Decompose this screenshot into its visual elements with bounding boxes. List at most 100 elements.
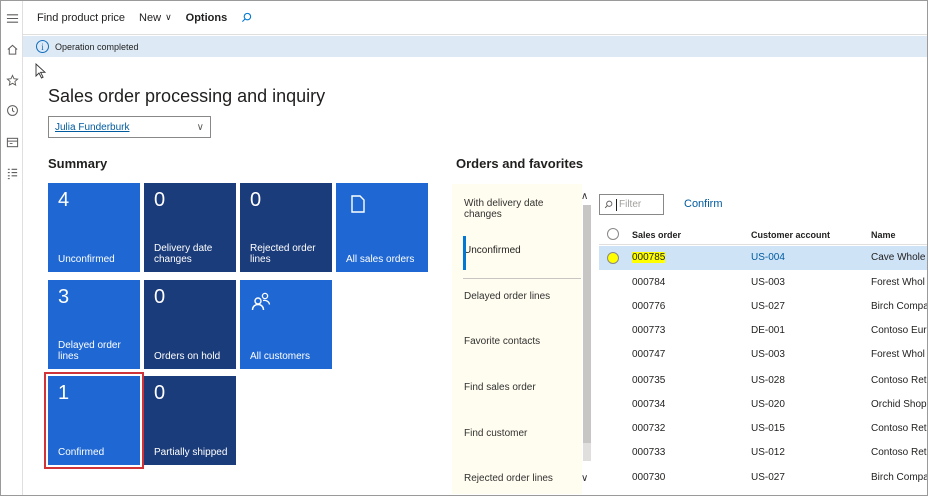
tile-count: 1 [58,382,70,404]
user-name-link[interactable]: Julia Funderburk [55,122,129,133]
tile-all-sales-orders[interactable]: All sales orders [336,183,428,272]
favorites-star-icon[interactable] [4,72,20,88]
customer-account-cell[interactable]: US-015 [751,423,785,434]
name-cell: Orchid Shop [871,399,927,410]
sales-order-cell[interactable]: 000785 [632,252,666,263]
tile-count: 3 [58,286,70,308]
navigation-rail [1,1,23,495]
table-row[interactable]: 000732 US-015 Contoso Ret [599,417,927,441]
customer-account-cell[interactable]: US-027 [751,301,785,312]
highlighted-text: 000785 [632,252,666,263]
summary-heading: Summary [48,156,108,171]
tab-favorite-contacts[interactable]: Favorite contacts [464,336,574,347]
name-cell: Forest Whol [871,277,925,288]
hamburger-menu-icon[interactable] [4,10,20,26]
chevron-up-icon[interactable]: ∧ [581,191,588,202]
grid-filter-input[interactable]: Filter [599,194,664,215]
mouse-pointer-icon [35,63,47,79]
column-header-name[interactable]: Name [871,230,896,240]
table-row[interactable]: 000733 US-012 Contoso Ret [599,441,927,465]
column-header-customer-account[interactable]: Customer account [751,230,830,240]
chevron-down-icon[interactable]: ∨ [581,473,588,484]
row-select-radio[interactable] [607,252,619,264]
name-cell: Contoso Ret [871,375,927,386]
sales-order-cell[interactable]: 000773 [632,325,665,336]
scrollbar-thumb[interactable] [583,205,591,443]
tile-delivery-date-changes[interactable]: 0 Delivery date changes [144,183,236,272]
tile-label: Rejected order lines [250,243,316,265]
sales-order-cell[interactable]: 000730 [632,472,665,483]
name-cell: Cave Whole [871,252,926,263]
sales-order-cell[interactable]: 000784 [632,277,665,288]
tile-delayed-order-lines[interactable]: 3 Delayed order lines [48,280,140,369]
tab-unconfirmed[interactable]: Unconfirmed [464,245,574,256]
home-icon[interactable] [4,41,20,57]
name-cell: Contoso Ret [871,423,927,434]
column-header-sales-order[interactable]: Sales order [632,230,681,240]
sales-order-cell[interactable]: 000732 [632,423,665,434]
tile-label: Delayed order lines [58,340,121,362]
tile-unconfirmed[interactable]: 4 Unconfirmed [48,183,140,272]
people-icon [251,292,271,311]
sales-order-cell[interactable]: 000734 [632,399,665,410]
tab-rejected-order-lines[interactable]: Rejected order lines [464,473,574,484]
tile-count: 0 [154,286,166,308]
orders-tab-list: With delivery date changes Unconfirmed D… [452,184,582,494]
message-bar: i Operation completed [23,36,927,57]
select-all-radio[interactable] [607,228,619,240]
tile-orders-on-hold[interactable]: 0 Orders on hold [144,280,236,369]
find-product-price-button[interactable]: Find product price [37,12,125,24]
search-icon[interactable] [241,12,252,23]
tab-divider [463,278,581,279]
tile-count: 0 [154,382,166,404]
tile-label: Partially shipped [154,447,228,458]
table-row[interactable]: 000785 US-004 Cave Whole [599,246,927,270]
customer-account-cell[interactable]: US-004 [751,252,785,263]
table-row[interactable]: 000735 US-028 Contoso Ret [599,369,927,393]
info-icon: i [36,40,49,53]
table-row[interactable]: 000784 US-003 Forest Whol [599,271,927,295]
tab-with-delivery-date-changes[interactable]: With delivery date changes [464,198,574,220]
tile-rejected-order-lines[interactable]: 0 Rejected order lines [240,183,332,272]
table-row[interactable]: 000773 DE-001 Contoso Eur [599,319,927,343]
customer-account-cell[interactable]: US-020 [751,399,785,410]
sales-order-cell[interactable]: 000735 [632,375,665,386]
table-row[interactable]: 000776 US-027 Birch Compa [599,295,927,319]
user-selector[interactable]: Julia Funderburk ∨ [48,116,211,138]
tab-list-scrollbar[interactable]: ∧ ∨ [580,189,593,489]
tile-count: 4 [58,189,70,211]
tile-label: All sales orders [346,254,415,265]
table-row[interactable]: 000747 US-003 Forest Whol [599,343,927,367]
tile-label: All customers [250,351,311,362]
modules-list-icon[interactable] [4,165,20,181]
customer-account-cell[interactable]: DE-001 [751,325,785,336]
workspaces-icon[interactable] [4,134,20,150]
message-text: Operation completed [55,41,139,52]
confirm-button[interactable]: Confirm [684,198,723,210]
customer-account-cell[interactable]: US-012 [751,447,785,458]
sales-order-cell[interactable]: 000776 [632,301,665,312]
options-label: Options [185,11,228,24]
sales-order-cell[interactable]: 000733 [632,447,665,458]
new-menu-button[interactable]: New ∨ [139,12,172,24]
customer-account-cell[interactable]: US-003 [751,349,785,360]
customer-account-cell[interactable]: US-003 [751,277,785,288]
tile-all-customers[interactable]: All customers [240,280,332,369]
customer-account-cell[interactable]: US-027 [751,472,785,483]
find-product-price-label: Find product price [37,11,126,24]
tab-find-sales-order[interactable]: Find sales order [464,382,574,393]
name-cell: Forest Whol [871,349,925,360]
customer-account-cell[interactable]: US-028 [751,375,785,386]
sales-order-cell[interactable]: 000747 [632,349,665,360]
recent-clock-icon[interactable] [4,102,20,118]
options-button[interactable]: Options [186,12,228,24]
page-title: Sales order processing and inquiry [48,86,326,106]
tile-partially-shipped[interactable]: 0 Partially shipped [144,376,236,465]
tile-confirmed[interactable]: 1 Confirmed [44,372,144,469]
table-row[interactable]: 000734 US-020 Orchid Shop [599,393,927,417]
table-row[interactable]: 000730 US-027 Birch Compa [599,466,927,490]
orders-favorites-heading: Orders and favorites [456,156,584,171]
tab-delayed-order-lines[interactable]: Delayed order lines [464,291,574,302]
tab-find-customer[interactable]: Find customer [464,428,574,439]
search-icon [604,200,613,209]
